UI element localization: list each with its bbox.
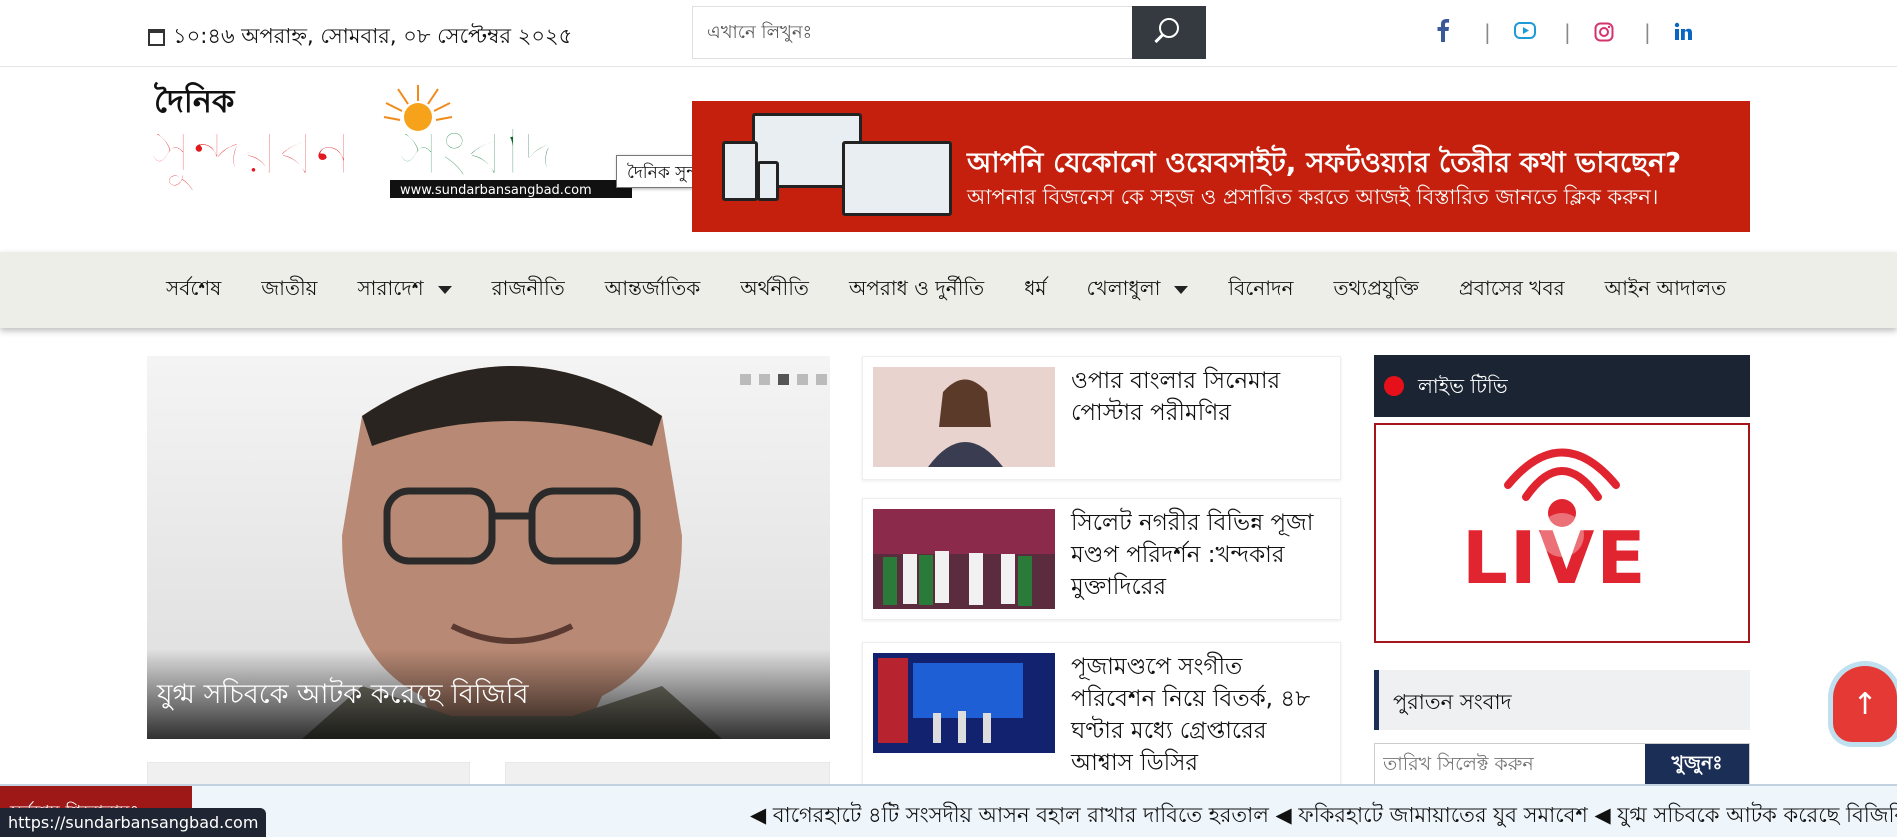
nav-item[interactable]: সারাদেশ — [337, 252, 471, 328]
nav-item-label: অপরাধ ও দুর্নীতি — [848, 275, 985, 300]
calendar-icon — [148, 29, 165, 46]
nav-item[interactable]: জাতীয় — [241, 252, 337, 328]
news-title[interactable]: সিলেট নগরীর বিভিন্ন পূজা মণ্ডপ পরিদর্শন … — [1071, 507, 1331, 603]
nav-item[interactable]: বিনোদন — [1208, 252, 1313, 328]
nav-item-label: বিনোদন — [1228, 275, 1294, 300]
nav-item-label: সারাদেশ — [357, 275, 424, 300]
date-display: ১০:৪৬ অপরাহ্ন, সোমবার, ০৮ সেপ্টেম্বর ২০২… — [148, 20, 572, 55]
top-bar: ১০:৪৬ অপরাহ্ন, সোমবার, ০৮ সেপ্টেম্বর ২০২… — [0, 0, 1897, 67]
svg-text:দৈনিক: দৈনিক — [153, 82, 236, 120]
news-thumbnail — [873, 509, 1055, 609]
news-title[interactable]: পূজামণ্ডপে সংগীত পরিবেশন নিয়ে বিতর্ক, ৪… — [1071, 651, 1331, 779]
separator: | — [1564, 20, 1571, 44]
nav-item-label: তথ্যপ্রযুক্তি — [1333, 275, 1419, 300]
datetime-text: ১০:৪৬ অপরাহ্ন, সোমবার, ০৮ সেপ্টেম্বর ২০২… — [173, 24, 573, 48]
instagram-icon[interactable] — [1594, 22, 1614, 42]
nav-item[interactable]: আইন আদালত — [1585, 252, 1747, 328]
linkedin-icon[interactable] — [1674, 22, 1693, 41]
facebook-icon[interactable] — [1436, 18, 1450, 42]
nav-item-label: আইন আদালত — [1604, 275, 1727, 300]
slider-dots — [740, 374, 827, 385]
youtube-icon[interactable] — [1514, 22, 1536, 39]
live-dot-icon — [1384, 376, 1404, 396]
svg-text:www.sundarbansangbad.com: www.sundarbansangbad.com — [400, 183, 592, 198]
news-item[interactable]: সিলেট নগরীর বিভিন্ন পূজা মণ্ডপ পরিদর্শন … — [862, 498, 1341, 620]
archive-title: পুরাতন সংবাদ — [1393, 690, 1512, 714]
slider-dot[interactable] — [740, 374, 751, 385]
phone-mockup — [757, 161, 779, 201]
nav-item[interactable]: ধর্ম — [1004, 252, 1066, 328]
news-ticker: সর্বশেষ শিরোনামঃ ◀ বাগেরহাটে ৪টি সংসদীয়… — [0, 784, 1897, 837]
svg-text:সুন্দরবন: সুন্দরবন — [150, 116, 355, 194]
nav-item[interactable]: প্রবাসের খবর — [1439, 252, 1585, 328]
slider-dot-active[interactable] — [778, 374, 789, 385]
nav-item-label: রাজনীতি — [491, 275, 565, 300]
nav-item[interactable]: সর্বশেষ — [146, 252, 241, 328]
ticker-text[interactable]: ◀ বাগেরহাটে ৪টি সংসদীয় আসন বহাল রাখার দ… — [750, 799, 1897, 834]
live-tv-header[interactable]: লাইভ টিভি — [1374, 355, 1750, 417]
nav-item-label: অর্থনীতি — [740, 275, 809, 300]
hero-title[interactable]: যুগ্ম সচিবকে আটক করেছে বিজিবি — [157, 674, 529, 719]
hero-slider[interactable]: যুগ্ম সচিবকে আটক করেছে বিজিবি — [147, 356, 830, 739]
nav-item[interactable]: তথ্যপ্রযুক্তি — [1313, 252, 1438, 328]
slider-dot[interactable] — [816, 374, 827, 385]
news-thumbnail — [873, 367, 1055, 467]
live-tv-box[interactable]: LIVE — [1374, 423, 1750, 643]
nav-item-label: আন্তর্জাতিক — [604, 275, 701, 300]
news-item[interactable]: পূজামণ্ডপে সংগীত পরিবেশন নিয়ে বিতর্ক, ৪… — [862, 642, 1341, 792]
nav-item[interactable]: অর্থনীতি — [720, 252, 829, 328]
news-item[interactable]: ওপার বাংলার সিনেমার পোস্টার পরীমণির — [862, 356, 1341, 480]
nav-item-label: প্রবাসের খবর — [1458, 275, 1565, 300]
nav-item-label: ধর্ম — [1024, 275, 1047, 300]
find-button[interactable]: খুজুনঃ — [1645, 744, 1749, 784]
separator: | — [1644, 20, 1651, 44]
news-thumbnail — [873, 653, 1055, 753]
nav-item-label: জাতীয় — [261, 275, 318, 300]
news-title[interactable]: ওপার বাংলার সিনেমার পোস্টার পরীমণির — [1071, 365, 1331, 429]
archive-header: পুরাতন সংবাদ — [1374, 670, 1750, 730]
nav-item-label: সর্বশেষ — [166, 275, 222, 300]
back-to-top-button[interactable]: ↑ — [1833, 666, 1897, 742]
search-button[interactable] — [1132, 6, 1206, 59]
nav-item[interactable]: অপরাধ ও দুর্নীতি — [829, 252, 1004, 328]
search-box — [692, 6, 1206, 59]
main-nav: সর্বশেষ জাতীয় সারাদেশ রাজনীতি আন্তর্জাতিক অর… — [0, 252, 1897, 328]
nav-item[interactable]: খেলাধুলা — [1067, 252, 1209, 328]
ad-banner[interactable]: আপনি যেকোনো ওয়েবসাইট, সফটওয়্যার তৈরীর … — [692, 101, 1750, 232]
date-input[interactable] — [1375, 744, 1647, 784]
tablet-mockup — [722, 141, 758, 201]
svg-text:সংবাদ: সংবাদ — [396, 116, 558, 190]
status-url-bar: https://sundarbansangbad.com — [0, 808, 267, 837]
live-tv-title: লাইভ টিভি — [1418, 374, 1508, 398]
nav-items: সর্বশেষ জাতীয় সারাদেশ রাজনীতি আন্তর্জাতিক অর… — [146, 252, 1746, 328]
nav-item-label: খেলাধুলা — [1086, 275, 1161, 300]
arrow-up-icon: ↑ — [1852, 686, 1878, 722]
nav-item[interactable]: আন্তর্জাতিক — [585, 252, 721, 328]
caret-down-icon — [437, 286, 452, 294]
nav-item[interactable]: রাজনীতি — [472, 252, 585, 328]
search-input[interactable] — [693, 7, 1132, 58]
separator: | — [1484, 20, 1491, 44]
laptop-mockup — [842, 141, 952, 216]
site-logo[interactable]: দৈনিক সুন্দরবন সংবাদ www.sundarbansangba… — [148, 81, 640, 202]
ad-subline: আপনার বিজনেস কে সহজ ও প্রসারিত করতে আজই … — [967, 185, 1659, 209]
caret-down-icon — [1174, 286, 1189, 294]
slider-dot[interactable] — [759, 374, 770, 385]
slider-dot[interactable] — [797, 374, 808, 385]
archive-date-picker: খুজুনঃ — [1374, 743, 1750, 785]
